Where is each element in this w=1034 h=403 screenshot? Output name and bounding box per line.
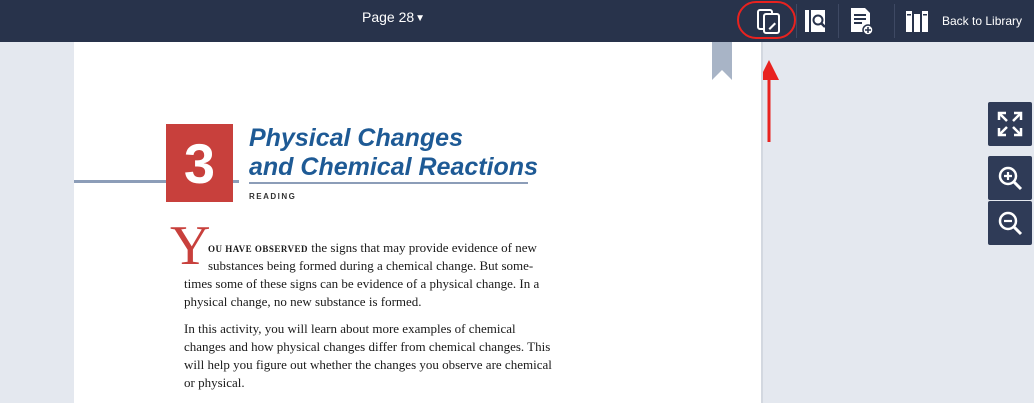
highlight-circle — [737, 1, 796, 39]
chapter-number: 3 — [166, 124, 233, 202]
chapter-title-line2: and Chemical Reactions — [249, 153, 538, 181]
toolbar-divider — [796, 4, 797, 38]
paragraph-2-line-1: In this activity, you will learn about m… — [184, 321, 516, 336]
paragraph-1-line-2: substances being formed during a chemica… — [208, 258, 534, 273]
bookmark-icon[interactable] — [712, 42, 732, 80]
chevron-down-icon: ▼ — [415, 13, 426, 24]
fullscreen-icon — [997, 111, 1023, 137]
zoom-in-icon — [998, 166, 1023, 191]
fullscreen-button[interactable] — [988, 102, 1032, 146]
library-icon — [906, 11, 928, 32]
chapter-title-line1: Physical Changes — [249, 124, 463, 152]
page-label: Page 28 — [362, 9, 415, 25]
page-selector[interactable]: Page 28▼ — [362, 9, 425, 25]
page-edge — [761, 42, 763, 403]
zoom-in-button[interactable] — [988, 156, 1032, 200]
toolbar-divider — [894, 4, 895, 38]
toolbar-divider — [838, 4, 839, 38]
paragraph-2-line-2: changes and how physical changes differ … — [184, 339, 551, 354]
top-toolbar: Page 28▼ Back to Library — [0, 0, 1034, 42]
add-note-button[interactable] — [842, 0, 880, 42]
drop-cap: Y — [170, 215, 211, 277]
paragraph-2-line-4: or physical. — [184, 375, 245, 390]
title-underline — [249, 182, 528, 184]
chapter-title: Physical Changes and Chemical Reactions — [249, 124, 538, 182]
paragraph-1-line-1: OU HAVE OBSERVED the signs that may prov… — [208, 239, 537, 258]
section-label: READING — [249, 192, 297, 201]
zoom-out-icon — [998, 211, 1023, 236]
search-book-button[interactable] — [798, 0, 834, 42]
zoom-out-button[interactable] — [988, 201, 1032, 245]
intro-smallcaps: OU HAVE OBSERVED — [208, 244, 309, 254]
back-to-library-label: Back to Library — [942, 14, 1023, 28]
paragraph-1-line-3: times some of these signs can be evidenc… — [184, 276, 540, 291]
paragraph-2-line-3: will help you figure out whether the cha… — [184, 357, 552, 372]
add-note-icon — [851, 8, 874, 36]
search-in-book-icon — [805, 10, 826, 32]
paragraph-1-line-4: physical change, no new substance is for… — [184, 294, 422, 309]
back-to-library-button[interactable]: Back to Library — [900, 0, 1034, 42]
p1-line-0: the signs that may provide evidence of n… — [308, 240, 537, 255]
